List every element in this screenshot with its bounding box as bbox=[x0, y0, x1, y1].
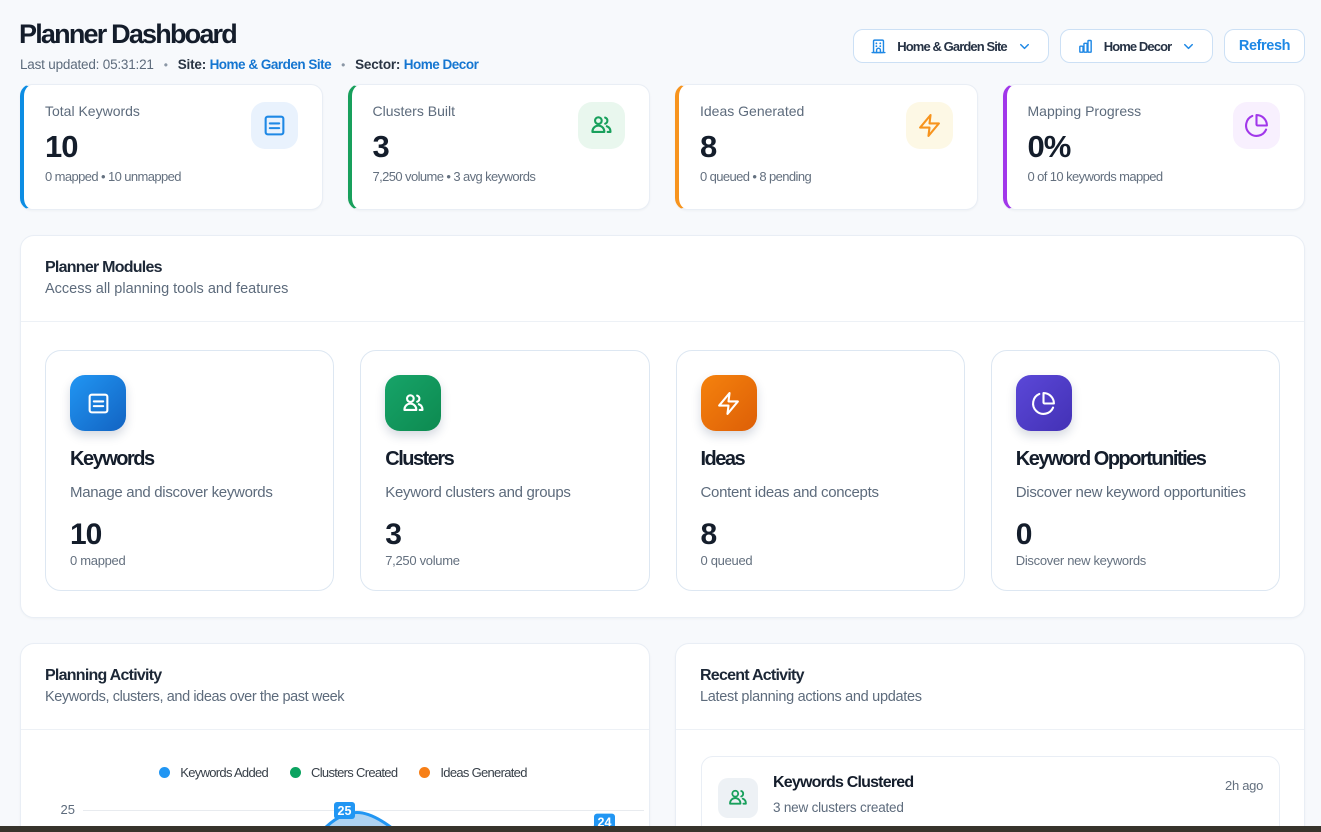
svg-text:25: 25 bbox=[338, 804, 352, 818]
